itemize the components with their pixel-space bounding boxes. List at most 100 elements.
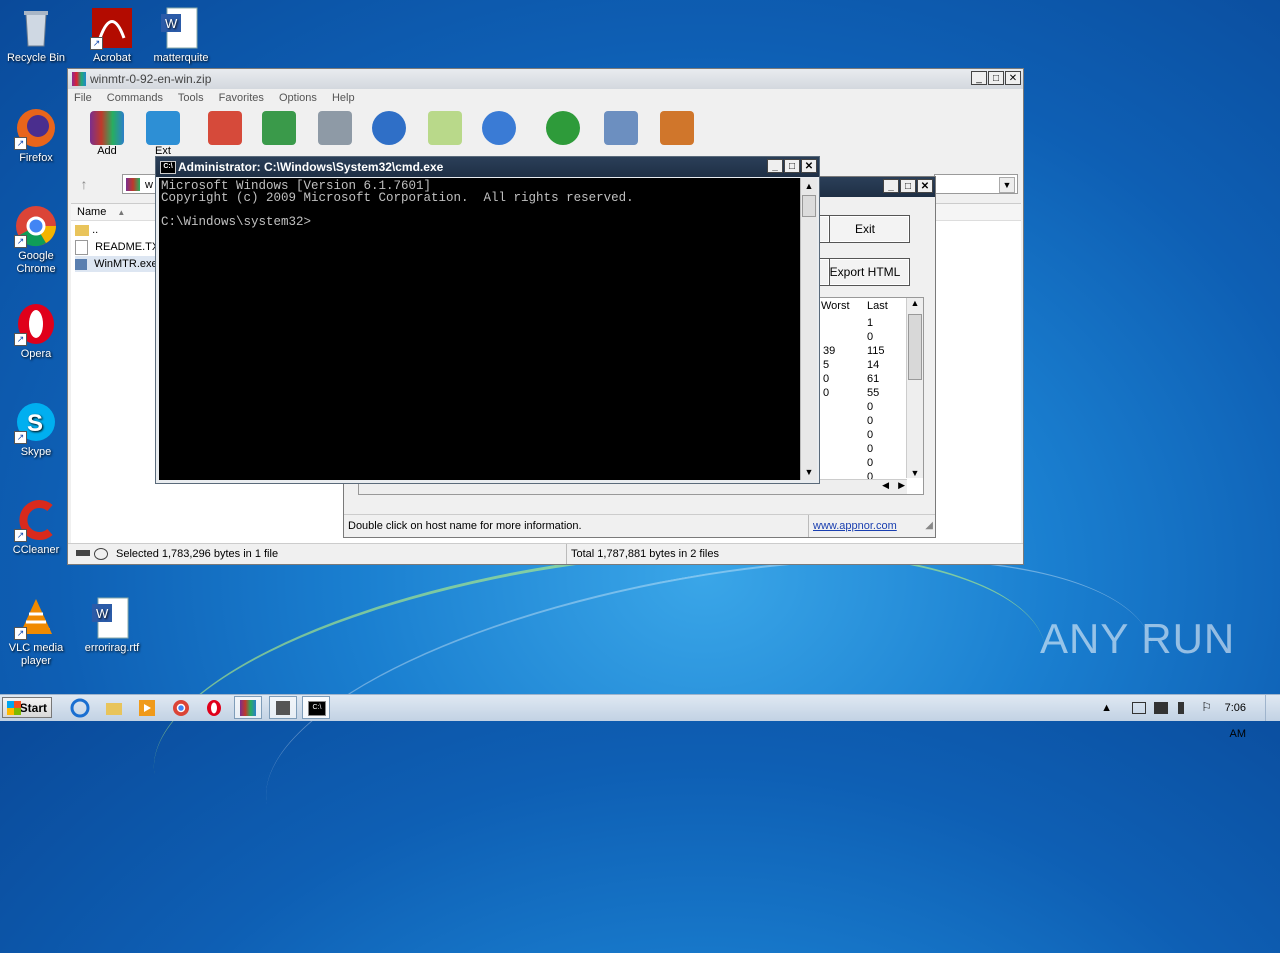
drive-icon: [76, 550, 90, 556]
sfx-button[interactable]: [652, 111, 702, 145]
scroll-thumb[interactable]: [908, 314, 922, 380]
cmd-console[interactable]: Microsoft Windows [Version 6.1.7601] Copy…: [159, 178, 800, 480]
add-button[interactable]: Add: [82, 111, 132, 157]
folder-up-icon: [75, 224, 89, 236]
list-item-selected[interactable]: WinMTR.exe: [75, 256, 162, 272]
cmd-vscrollbar[interactable]: ▲ ▼: [800, 178, 817, 480]
list-item[interactable]: README.TXT: [75, 239, 166, 255]
menu-file[interactable]: File: [74, 92, 92, 104]
delete-button[interactable]: [310, 111, 360, 145]
extract-button[interactable]: Ext: [138, 111, 188, 157]
media-player-taskbar-icon[interactable]: [137, 698, 159, 718]
path-dropdown[interactable]: ▼: [934, 174, 1018, 194]
scroll-up-icon[interactable]: ▲: [801, 178, 817, 194]
close-button[interactable]: ✕: [917, 179, 933, 193]
winrar-taskbar-button[interactable]: [234, 696, 262, 719]
desktop-icon-chrome[interactable]: ↗ Google Chrome: [0, 204, 72, 276]
resize-grip-icon[interactable]: ◢: [925, 515, 933, 537]
desktop-icon-acrobat[interactable]: ↗ Acrobat: [76, 6, 148, 65]
show-desktop-button[interactable]: [1265, 695, 1280, 721]
svg-text:W: W: [96, 606, 109, 621]
wizard-button[interactable]: [420, 111, 470, 145]
desktop-icon-skype[interactable]: S ↗ Skype: [0, 400, 72, 459]
menu-commands[interactable]: Commands: [107, 92, 163, 104]
view-button[interactable]: [254, 111, 304, 145]
clock[interactable]: 7:06 AM: [1212, 695, 1246, 747]
desktop-icon-ccleaner[interactable]: ↗ CCleaner: [0, 498, 72, 557]
table-cell: 0: [823, 373, 830, 385]
book-icon: [262, 111, 296, 145]
opera-taskbar-icon[interactable]: [204, 698, 226, 718]
explorer-taskbar-icon[interactable]: [104, 698, 126, 718]
scroll-thumb[interactable]: [802, 195, 816, 217]
cmd-app-icon: C:\: [160, 161, 176, 174]
cmd-titlebar[interactable]: C:\ Administrator: C:\Windows\System32\c…: [156, 157, 819, 177]
desktop-icon-errorirag[interactable]: W errorirag.rtf: [76, 596, 148, 655]
minimize-button[interactable]: _: [971, 71, 987, 85]
close-button[interactable]: ✕: [1005, 71, 1021, 85]
chevron-down-icon[interactable]: ▼: [999, 177, 1015, 193]
bug-icon: [546, 111, 580, 145]
ie-taskbar-icon[interactable]: [70, 698, 92, 718]
menu-tools[interactable]: Tools: [178, 92, 204, 104]
info-icon: [482, 111, 516, 145]
maximize-button[interactable]: □: [784, 159, 800, 173]
exit-button[interactable]: Exit: [820, 215, 910, 243]
winmtr-taskbar-button[interactable]: [269, 696, 297, 719]
windows-logo-icon: [7, 701, 21, 715]
list-item[interactable]: ..: [75, 222, 98, 238]
column-header-worst[interactable]: Worst: [821, 300, 850, 312]
flag-icon[interactable]: ⚐: [1201, 700, 1212, 714]
scroll-left-icon[interactable]: ◀: [882, 480, 889, 491]
table-vscrollbar[interactable]: ▲ ▼: [906, 298, 923, 478]
scroll-right-icon[interactable]: ▶: [898, 480, 905, 491]
desktop-icon-matterquite[interactable]: W matterquite: [145, 6, 217, 65]
word-doc-icon: W: [159, 6, 203, 50]
scroll-down-icon[interactable]: ▼: [907, 468, 923, 478]
ccleaner-icon: ↗: [14, 498, 58, 542]
comment-button[interactable]: [596, 111, 646, 145]
maximize-button[interactable]: □: [900, 179, 916, 193]
menu-options[interactable]: Options: [279, 92, 317, 104]
show-hidden-icons-button[interactable]: ▲: [1101, 695, 1112, 721]
maximize-button[interactable]: □: [988, 71, 1004, 85]
cmd-taskbar-button[interactable]: C:\: [302, 696, 330, 719]
info-button[interactable]: [474, 111, 524, 145]
desktop-icon-vlc[interactable]: ↗ VLC media player: [0, 596, 72, 668]
column-header-last[interactable]: Last: [867, 300, 888, 312]
minimize-button[interactable]: _: [883, 179, 899, 193]
menu-favorites[interactable]: Favorites: [219, 92, 264, 104]
appnor-link[interactable]: www.appnor.com: [808, 515, 897, 537]
scroll-down-icon[interactable]: ▼: [801, 464, 817, 480]
console-prompt: C:\Windows\system32>: [161, 215, 312, 229]
action-center-icon[interactable]: [1132, 702, 1146, 714]
scroll-up-icon[interactable]: ▲: [907, 298, 923, 308]
close-button[interactable]: ✕: [801, 159, 817, 173]
desktop-icon-firefox[interactable]: ↗ Firefox: [0, 106, 72, 165]
cmd-window[interactable]: C:\ Administrator: C:\Windows\System32\c…: [155, 156, 820, 484]
shortcut-arrow-icon: ↗: [14, 333, 27, 346]
volume-icon[interactable]: [1178, 702, 1190, 714]
table-cell: 0: [867, 401, 874, 413]
archive-add-icon: [90, 111, 124, 145]
desktop-icon-recycle-bin[interactable]: Recycle Bin: [0, 6, 72, 65]
virusscan-button[interactable]: [538, 111, 588, 145]
taskbar: Start C:\ ▲ ⚐ 7:06 AM: [0, 694, 1280, 740]
export-html-button[interactable]: Export HTML: [820, 258, 910, 286]
find-button[interactable]: [364, 111, 414, 145]
opera-icon: ↗: [14, 302, 58, 346]
winrar-menubar: File Commands Tools Favorites Options He…: [68, 89, 1023, 107]
menu-help[interactable]: Help: [332, 92, 355, 104]
start-button[interactable]: Start: [2, 697, 52, 718]
test-button[interactable]: [200, 111, 250, 145]
table-cell: 0: [867, 429, 874, 441]
desktop-icon-opera[interactable]: ↗ Opera: [0, 302, 72, 361]
exe-file-icon: [75, 258, 87, 270]
chrome-taskbar-icon[interactable]: [171, 698, 193, 718]
up-arrow-icon[interactable]: ↑: [74, 173, 94, 195]
table-cell: 14: [867, 359, 880, 371]
network-icon[interactable]: [1154, 702, 1168, 714]
winrar-titlebar[interactable]: winmtr-0-92-en-win.zip _ □ ✕: [68, 69, 1023, 89]
minimize-button[interactable]: _: [767, 159, 783, 173]
last-column: 101151461550000000: [867, 316, 885, 498]
